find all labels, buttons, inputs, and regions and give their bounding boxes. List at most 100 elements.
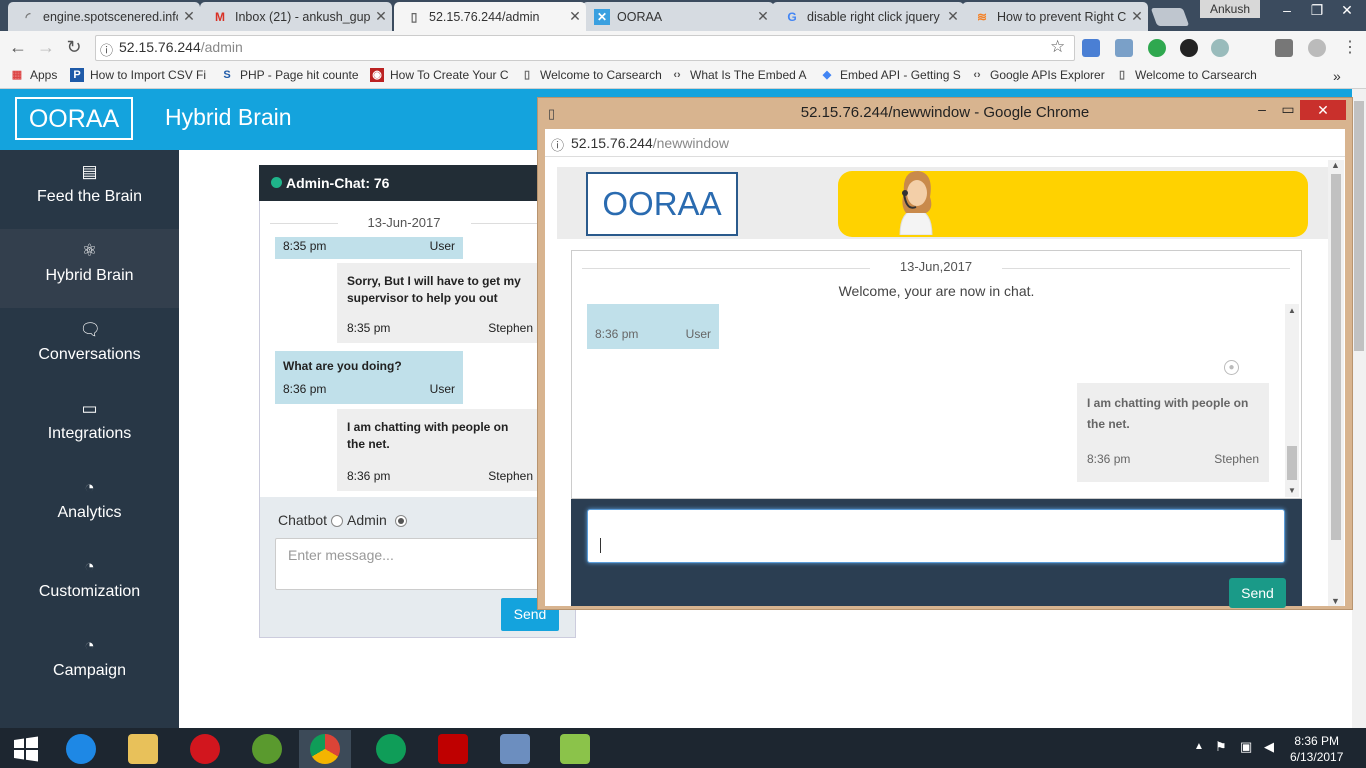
sidebar-item-label: Analytics — [57, 504, 122, 521]
taskbar-notepad[interactable] — [549, 730, 601, 768]
widget-logo: OORAA — [586, 172, 738, 236]
forward-icon[interactable]: → — [35, 37, 57, 57]
taskbar-hangouts[interactable] — [365, 730, 417, 768]
close-icon[interactable]: ✕ — [370, 8, 392, 25]
minimize-icon[interactable]: – — [1272, 0, 1302, 20]
tab-engine[interactable]: ◜ engine.spotscenered.info ✕ — [8, 2, 200, 31]
sidebar-item-hybrid-brain[interactable]: ⚛ Hybrid Brain — [0, 229, 179, 308]
info-icon[interactable]: ⓘ — [100, 40, 113, 59]
window-close-icon[interactable]: ✕ — [1332, 0, 1362, 20]
start-button[interactable] — [0, 730, 52, 768]
chrome-icon — [310, 734, 340, 764]
date-label: 13-Jun,2017 — [869, 259, 1003, 274]
bookmark-apps[interactable]: ▦ Apps — [10, 68, 58, 82]
bookmark-item[interactable]: ‹› Google APIs Explorer — [970, 68, 1104, 82]
translate-extension-icon[interactable] — [1082, 39, 1100, 57]
show-hidden-icons-icon[interactable]: ▲ — [1194, 741, 1204, 752]
close-icon[interactable]: ✕ — [178, 8, 200, 25]
bookmark-item[interactable]: ‹› What Is The Embed A — [670, 68, 806, 82]
sidebar-item-conversations[interactable]: 🗨 Conversations — [0, 308, 179, 387]
star-icon[interactable]: ☆ — [1050, 37, 1065, 57]
pie-chart-icon: ◔ — [84, 557, 95, 576]
bookmark-label: How to Import CSV Fi — [90, 68, 207, 82]
extension-icon-2[interactable] — [1308, 39, 1326, 57]
volume-icon[interactable]: ◀ — [1264, 739, 1274, 755]
chat-mode-selector: Chatbot Admin — [278, 512, 411, 528]
profile-button[interactable]: Ankush — [1200, 0, 1260, 18]
reload-icon[interactable]: ↻ — [63, 37, 85, 57]
close-icon[interactable]: ✕ — [942, 8, 964, 25]
message-text: What are you doing? — [283, 359, 402, 373]
taskbar-explorer[interactable] — [117, 730, 169, 768]
admin-radio[interactable] — [394, 515, 407, 528]
taskbar-opera[interactable] — [179, 730, 231, 768]
taskbar-filezilla[interactable] — [427, 730, 479, 768]
popup-maximize-icon[interactable]: ▭ — [1276, 100, 1300, 120]
tab-stackoverflow[interactable]: ≋ How to prevent Right Cl ✕ — [962, 2, 1148, 31]
support-agent-icon — [899, 171, 933, 235]
tab-admin[interactable]: ▯ 52.15.76.244/admin ✕ — [394, 2, 586, 31]
skype-extension-icon[interactable] — [1211, 39, 1229, 57]
bookmark-item[interactable]: P How to Import CSV Fi — [70, 68, 206, 82]
close-icon[interactable]: ✕ — [752, 8, 774, 25]
scroll-down-icon[interactable]: ▼ — [1288, 486, 1296, 495]
message-input[interactable]: Enter message... — [275, 538, 555, 590]
tab-inbox[interactable]: M Inbox (21) - ankush_gup ✕ — [200, 2, 392, 31]
app-logo[interactable]: OORAA — [15, 97, 133, 140]
chat-scrollbar[interactable]: ▲ ▼ — [1285, 304, 1299, 497]
close-icon[interactable]: ✕ — [1126, 8, 1148, 25]
sidebar-item-customization[interactable]: ◔ Customization — [0, 545, 179, 624]
more-bookmarks-button[interactable]: » — [1333, 68, 1341, 84]
extension-icon[interactable] — [1275, 39, 1293, 57]
system-clock[interactable]: 8:36 PM 6/13/2017 — [1290, 733, 1343, 765]
popup-scrollbar[interactable]: ▲ ▼ — [1328, 160, 1344, 606]
sidebar-item-campaign[interactable]: ◔ Campaign — [0, 624, 179, 703]
app-icon — [252, 734, 282, 764]
menu-icon[interactable]: ⋮ — [1342, 37, 1358, 57]
eyedropper-extension-icon[interactable] — [1115, 39, 1133, 57]
chat-header: Admin-Chat: 76 — [259, 165, 576, 201]
scrollbar-thumb[interactable] — [1287, 446, 1297, 480]
taskbar-app[interactable] — [241, 730, 293, 768]
popup-send-button[interactable]: Send — [1229, 578, 1286, 608]
taskbar-network[interactable] — [489, 730, 541, 768]
network-status-icon[interactable]: ▣ — [1240, 739, 1252, 755]
scroll-down-icon[interactable]: ▼ — [1331, 596, 1340, 606]
message-time: 8:36 pm — [1087, 452, 1131, 466]
bookmark-item[interactable]: ◆ Embed API - Getting S — [820, 68, 961, 82]
sidebar-item-feed-the-brain[interactable]: ▤ Feed the Brain — [0, 150, 179, 229]
bookmark-item[interactable]: ▯ Welcome to Carsearch — [1115, 68, 1257, 82]
popup-minimize-icon[interactable]: – — [1250, 100, 1274, 120]
scroll-up-icon[interactable]: ▲ — [1288, 306, 1296, 315]
page-title: Hybrid Brain — [165, 104, 292, 130]
sidebar-item-integrations[interactable]: ▭ Integrations — [0, 387, 179, 466]
popup-close-icon[interactable]: ✕ — [1300, 100, 1346, 120]
url-path: /admin — [200, 39, 243, 55]
page-scrollbar[interactable] — [1352, 89, 1366, 728]
new-tab-button[interactable] — [1150, 8, 1190, 26]
hangouts-extension-icon[interactable] — [1148, 39, 1166, 57]
scrollbar-thumb[interactable] — [1354, 101, 1364, 351]
bookmark-favicon-icon: P — [70, 68, 84, 82]
message-bubble-staff: I am chatting with people on the net. 8:… — [1077, 383, 1269, 482]
sidebar-item-analytics[interactable]: ◔ Analytics — [0, 466, 179, 545]
scroll-up-icon[interactable]: ▲ — [1331, 160, 1340, 170]
maximize-icon[interactable]: ❐ — [1302, 0, 1332, 20]
close-icon[interactable]: ✕ — [564, 8, 586, 25]
popup-address-bar[interactable]: ⓘ 52.15.76.244/newwindow — [545, 129, 1345, 157]
back-icon[interactable]: ← — [7, 37, 29, 57]
popup-message-input[interactable] — [587, 509, 1285, 563]
camera-extension-icon[interactable] — [1180, 39, 1198, 57]
scrollbar-thumb[interactable] — [1331, 174, 1341, 540]
bookmark-label: Apps — [30, 68, 58, 82]
bookmark-item[interactable]: ▯ Welcome to Carsearch — [520, 68, 662, 82]
tab-ooraa[interactable]: ✕ OORAA ✕ — [582, 2, 774, 31]
tab-google-search[interactable]: Gdisable right click jquery ✕ — [772, 2, 964, 31]
bookmark-item[interactable]: ◉ How To Create Your C — [370, 68, 509, 82]
stackoverflow-icon: ≋ — [976, 9, 988, 24]
taskbar-ie[interactable] — [55, 730, 107, 768]
taskbar-chrome[interactable] — [299, 730, 351, 768]
chatbot-radio[interactable] — [331, 515, 344, 528]
flag-icon[interactable]: ⚑ — [1215, 739, 1227, 755]
bookmark-item[interactable]: S PHP - Page hit counte — [220, 68, 358, 82]
